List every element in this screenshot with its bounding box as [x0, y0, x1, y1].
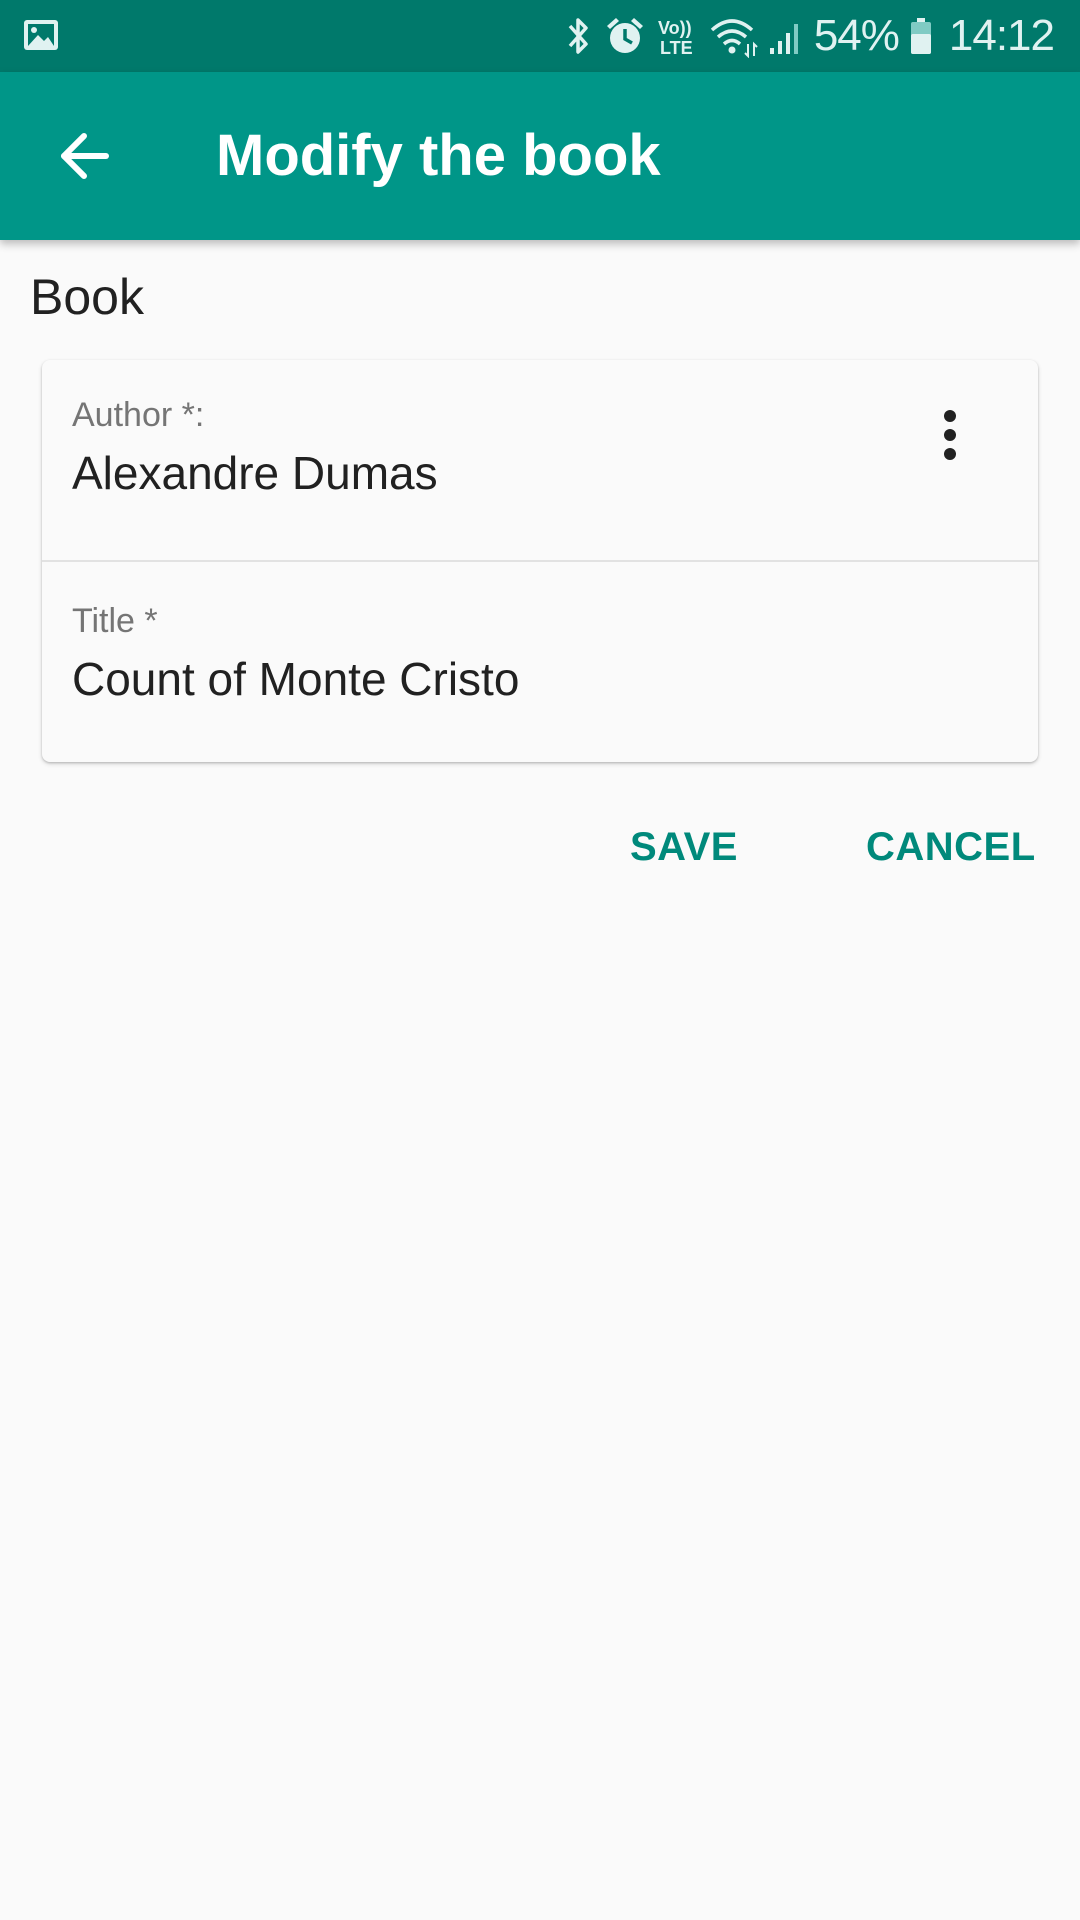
save-button[interactable]: SAVE: [630, 812, 738, 882]
title-value[interactable]: Count of Monte Cristo: [72, 652, 519, 706]
alarm-icon: [606, 18, 643, 53]
battery-icon: [910, 18, 931, 54]
cancel-button[interactable]: CANCEL: [866, 812, 1036, 882]
signal-icon: [769, 24, 798, 54]
title-label: Title *: [72, 602, 158, 640]
volte-top-text: Vo)): [658, 18, 692, 38]
section-heading: Book: [30, 269, 144, 325]
book-form-card: Author *: Alexandre Dumas Title * Count …: [42, 360, 1038, 762]
title-field[interactable]: Title * Count of Monte Cristo: [42, 562, 1038, 762]
clock: 14:12: [948, 11, 1055, 60]
status-icons: Vo)) LTE 54% 14:12: [564, 0, 1055, 72]
battery-percent: 54%: [813, 11, 900, 60]
wifi-icon: [710, 19, 758, 58]
bluetooth-icon: [568, 18, 588, 54]
arrow-back-icon: [61, 133, 109, 179]
page-title: Modify the book: [216, 123, 661, 188]
back-button[interactable]: [40, 112, 128, 200]
volte-bottom-text: LTE: [660, 38, 693, 58]
author-menu-button[interactable]: [922, 400, 978, 470]
volte-icon: Vo)) LTE: [658, 18, 693, 58]
status-bar: Vo)) LTE 54% 14:12: [0, 0, 1080, 72]
author-value[interactable]: Alexandre Dumas: [72, 446, 438, 500]
author-field[interactable]: Author *: Alexandre Dumas: [42, 360, 1038, 562]
gallery-icon: [24, 20, 58, 50]
screen: Vo)) LTE 54% 14:12 Modify the book Book …: [0, 0, 1080, 1920]
app-bar: Modify the book: [0, 72, 1080, 240]
author-label: Author *:: [72, 396, 205, 434]
more-vert-icon: [944, 410, 956, 460]
